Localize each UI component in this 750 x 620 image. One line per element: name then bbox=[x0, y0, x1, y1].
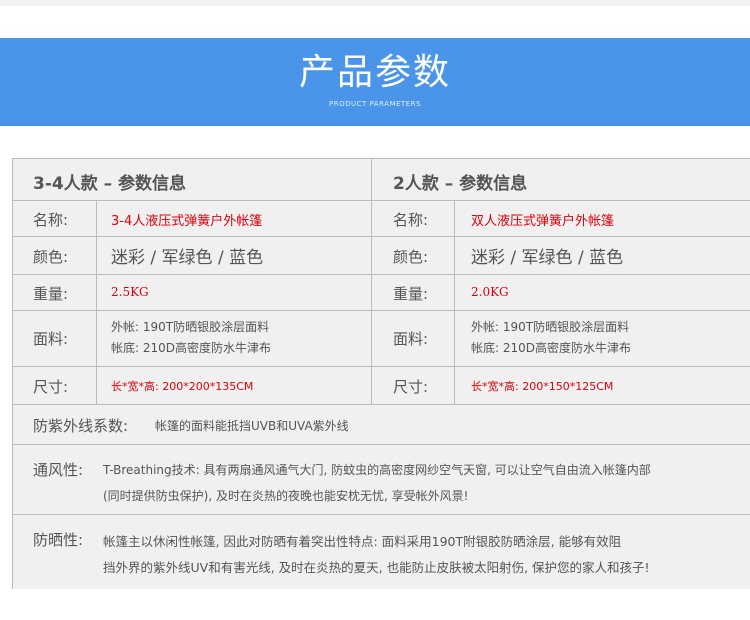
uv-row: 防紫外线系数: 帐篷的面料能抵挡UVB和UVA紫外线 bbox=[13, 405, 750, 445]
color-row: 颜色: 迷彩 / 军绿色 / 蓝色 颜色: 迷彩 / 军绿色 / 蓝色 bbox=[13, 237, 750, 275]
col1-header: 3-4人款 – 参数信息 bbox=[33, 174, 187, 194]
col2-fabric-line2: 帐底: 210D高密度防水牛津布 bbox=[471, 341, 632, 355]
fabric-label: 面料: bbox=[33, 330, 69, 348]
col2-color-value: 迷彩 / 军绿色 / 蓝色 bbox=[471, 248, 624, 268]
col1-fabric-line2: 帐底: 210D高密度防水牛津布 bbox=[111, 341, 272, 355]
ventilation-line2: (同时提供防虫保护), 及时在炎热的夜晚也能安枕无忧, 享受帐外风景! bbox=[103, 489, 469, 503]
banner-title: 产品参数 bbox=[298, 52, 451, 93]
size-label: 尺寸: bbox=[33, 378, 69, 396]
header-row: 3-4人款 – 参数信息 2人款 – 参数信息 bbox=[13, 159, 750, 201]
col2-size-value: 长*宽*高: 200*150*125CM bbox=[471, 380, 614, 393]
col1-color-value: 迷彩 / 军绿色 / 蓝色 bbox=[111, 248, 264, 268]
uv-text: 帐篷的面料能抵挡UVB和UVA紫外线 bbox=[155, 419, 349, 433]
name-label: 名称: bbox=[393, 211, 429, 229]
size-label: 尺寸: bbox=[393, 378, 429, 396]
ventilation-line1: T-Breathing技术: 具有两扇通风通气大门, 防蚊虫的高密度网纱空气天窗… bbox=[103, 463, 651, 477]
fabric-label: 面料: bbox=[393, 330, 429, 348]
col2-fabric-line1: 外帐: 190T防晒银胶涂层面料 bbox=[471, 320, 630, 334]
banner-subtitle: PRODUCT PARAMETERS bbox=[329, 100, 421, 108]
weight-label: 重量: bbox=[393, 285, 429, 303]
weight-label: 重量: bbox=[33, 285, 69, 303]
col2-header: 2人款 – 参数信息 bbox=[393, 174, 528, 194]
section-banner: 产品参数 PRODUCT PARAMETERS bbox=[0, 38, 750, 126]
ventilation-label: 通风性: bbox=[33, 461, 84, 479]
col1-size-value: 长*宽*高: 200*200*135CM bbox=[111, 380, 254, 393]
col2-name-value: 双人液压式弹簧户外帐篷 bbox=[471, 214, 615, 229]
color-label: 颜色: bbox=[393, 248, 429, 266]
sunproof-line2: 挡外界的紫外线UV和有害光线, 及时在炎热的夏天, 也能防止皮肤被太阳射伤, 保… bbox=[103, 560, 650, 575]
sunproof-row: 防晒性: 帐篷主以休闲性帐篷, 因此对防晒有着突出性特点: 面料采用190T附银… bbox=[13, 515, 750, 589]
name-row: 名称: 3-4人液压式弹簧户外帐篷 名称: 双人液压式弹簧户外帐篷 bbox=[13, 201, 750, 237]
size-row: 尺寸: 长*宽*高: 200*200*135CM 尺寸: 长*宽*高: 200*… bbox=[13, 367, 750, 405]
ventilation-row: 通风性: T-Breathing技术: 具有两扇通风通气大门, 防蚊虫的高密度网… bbox=[13, 445, 750, 515]
sunproof-label: 防晒性: bbox=[33, 531, 84, 549]
uv-label: 防紫外线系数: bbox=[33, 417, 129, 435]
col2-weight-value: 2.0KG bbox=[471, 285, 509, 299]
color-label: 颜色: bbox=[33, 248, 69, 266]
col1-fabric-line1: 外帐: 190T防晒银胶涂层面料 bbox=[111, 320, 270, 334]
weight-row: 重量: 2.5KG 重量: 2.0KG bbox=[13, 275, 750, 311]
sunproof-line1: 帐篷主以休闲性帐篷, 因此对防晒有着突出性特点: 面料采用190T附银胶防晒涂层… bbox=[103, 534, 622, 549]
col1-name-value: 3-4人液压式弹簧户外帐篷 bbox=[111, 214, 263, 229]
parameters-table: 3-4人款 – 参数信息 2人款 – 参数信息 名称: 3-4人液压式弹簧户外帐… bbox=[12, 158, 750, 589]
fabric-row: 面料: 外帐: 190T防晒银胶涂层面料 帐底: 210D高密度防水牛津布 面料… bbox=[13, 311, 750, 367]
name-label: 名称: bbox=[33, 211, 69, 229]
col1-weight-value: 2.5KG bbox=[111, 285, 149, 299]
top-divider bbox=[0, 0, 750, 6]
